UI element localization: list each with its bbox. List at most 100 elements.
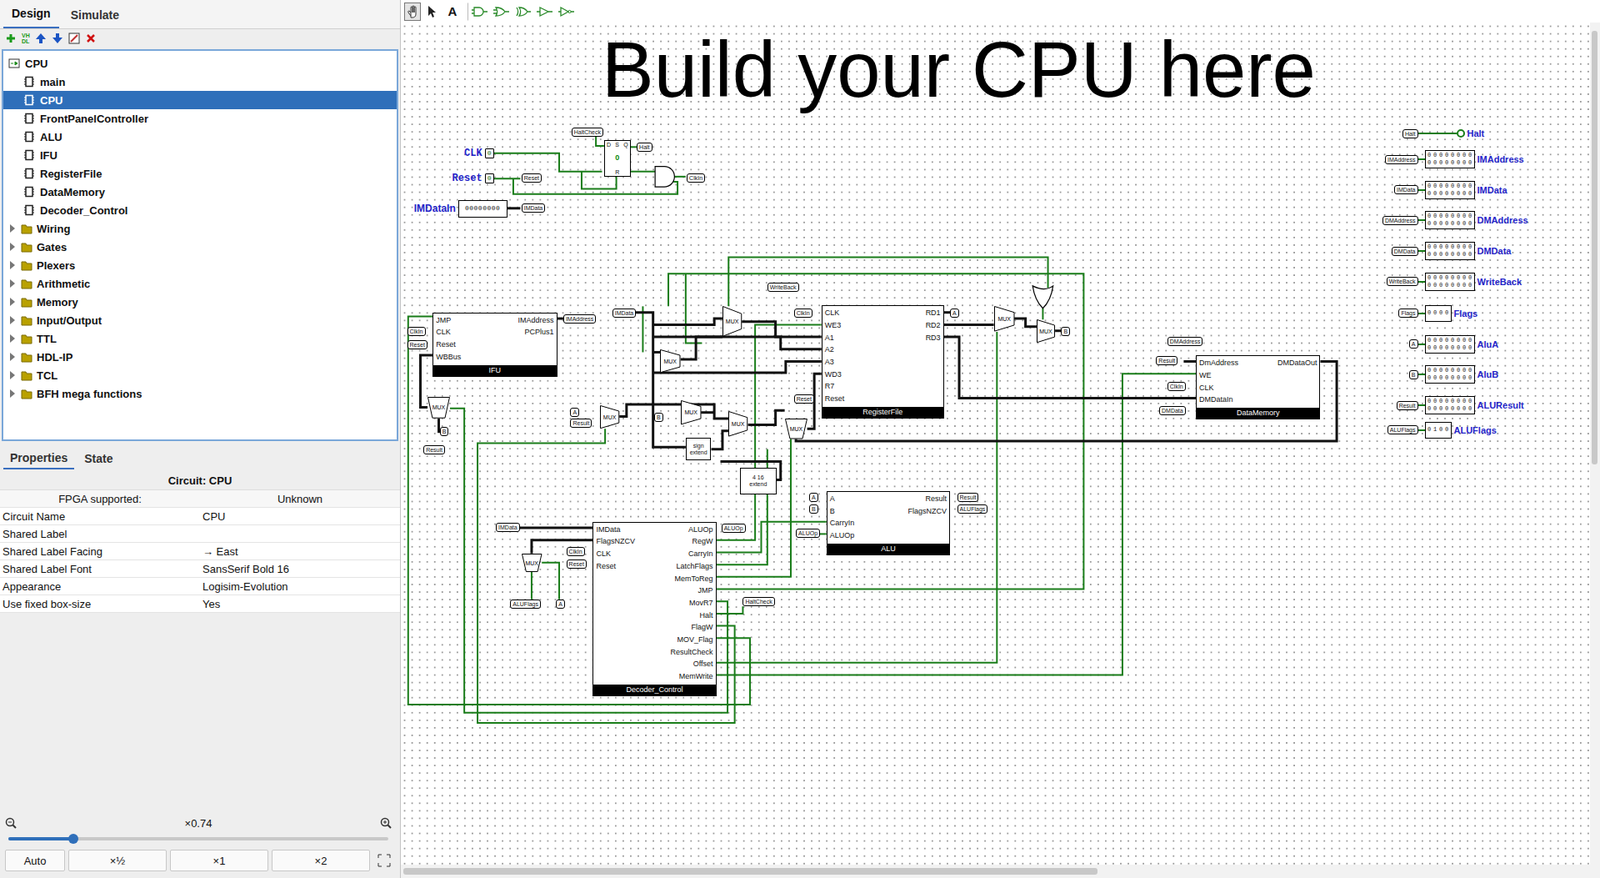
tunnel[interactable]: IMData (521, 203, 546, 213)
circuit-canvas[interactable]: Build your CPU hereCLK0Reset0IMDataIn000… (400, 22, 1590, 865)
multiplexer[interactable]: MUX (660, 349, 680, 373)
multiplexer[interactable]: MUX (728, 410, 748, 437)
canvas-tool[interactable]: A (444, 2, 461, 21)
multiplexer[interactable]: MUX (785, 418, 808, 439)
multiplexer[interactable]: MUX (994, 305, 1015, 332)
subcircuit[interactable]: IMDataFlagsNZCVCLKResetALUOpRegWCarryInL… (592, 521, 716, 696)
multiplexer[interactable]: MUX (1036, 319, 1055, 343)
tree-library[interactable]: Memory (3, 292, 397, 311)
zoom-out-icon[interactable] (5, 816, 17, 829)
tunnel[interactable]: Halt (636, 142, 652, 152)
properties-tab[interactable]: Properties (3, 447, 75, 470)
tunnel[interactable]: WriteBack (1386, 276, 1419, 286)
multiplexer[interactable]: MUX (722, 305, 742, 337)
expand-arrow-icon[interactable] (8, 388, 17, 399)
bit-extender[interactable]: 4 16extend (740, 467, 777, 495)
tunnel[interactable]: B (654, 412, 664, 422)
expand-arrow-icon[interactable] (8, 333, 17, 344)
tunnel[interactable]: Result (957, 492, 980, 502)
property-row[interactable]: Shared Label (0, 525, 400, 543)
subcircuit[interactable]: DmAddressWECLKDMDataInDMDataOutDataMemor… (1195, 355, 1320, 420)
property-row[interactable]: AppearanceLogisim-Evolution (0, 577, 400, 595)
tunnel[interactable]: HaltCheck (571, 127, 604, 137)
tunnel[interactable]: Reset (566, 559, 587, 569)
zoom-button[interactable]: ×2 (271, 849, 370, 871)
tunnel[interactable]: A (1409, 339, 1419, 349)
multiplexer[interactable]: MUX (680, 400, 701, 425)
tunnel[interactable]: ALUOp (721, 523, 746, 533)
tunnel[interactable]: ALUOp (795, 528, 820, 538)
tunnel[interactable]: ClkIn (407, 326, 426, 336)
zoom-button[interactable]: ×1 (170, 849, 269, 871)
tunnel[interactable]: B (1409, 370, 1419, 380)
mode-tab[interactable]: Design (3, 1, 60, 29)
tunnel[interactable]: A (570, 407, 580, 417)
input-pin[interactable]: CLK0 (485, 148, 495, 159)
tunnel[interactable]: Halt (1402, 129, 1418, 139)
tree-library[interactable]: TCL (3, 365, 397, 385)
zoom-button[interactable]: Auto (5, 849, 65, 871)
tunnel[interactable]: Result (570, 418, 592, 428)
property-row[interactable]: Shared Label Facing→ East (0, 542, 400, 560)
tunnel[interactable]: ALUFlags (510, 599, 541, 609)
mode-tab[interactable]: Simulate (62, 3, 128, 29)
tree-library[interactable]: Arithmetic (3, 274, 397, 293)
tree-library[interactable]: Gates (3, 237, 397, 256)
tree-library[interactable]: Input/Output (3, 310, 397, 330)
expand-arrow-icon[interactable] (8, 223, 17, 234)
tunnel[interactable]: B (440, 426, 450, 436)
multiplexer[interactable]: MUX (600, 405, 620, 429)
subcircuit[interactable]: CLKWE3A1A2A3WD3R7ResetRD1RD2RD3RegisterF… (821, 305, 945, 419)
properties-tab[interactable]: State (77, 448, 120, 469)
expand-arrow-icon[interactable] (8, 296, 17, 307)
expand-arrow-icon[interactable] (8, 260, 17, 270)
tunnel[interactable]: DMData (1159, 405, 1186, 415)
zoom-slider[interactable] (5, 830, 395, 846)
tree-circuit[interactable]: ALU (3, 127, 397, 146)
delete-icon[interactable] (85, 32, 97, 45)
tree-circuit[interactable]: main (3, 72, 397, 91)
tree-project[interactable]: CPU (3, 54, 397, 73)
expand-arrow-icon[interactable] (8, 278, 17, 289)
add-circuit-icon[interactable] (5, 32, 17, 45)
tunnel[interactable]: ClkIn (686, 173, 705, 183)
tree-library[interactable]: TTL (3, 329, 397, 348)
tunnel[interactable]: ClkIn (566, 546, 585, 556)
tree-circuit[interactable]: RegisterFile (3, 164, 397, 183)
expand-arrow-icon[interactable] (8, 351, 17, 362)
tree-library[interactable]: Wiring (3, 219, 397, 238)
tunnel[interactable]: DMAddress (1167, 336, 1204, 346)
tunnel[interactable]: A (809, 492, 819, 502)
tree-library[interactable]: Plexers (3, 255, 397, 275)
tunnel[interactable]: Flags (1398, 308, 1418, 318)
property-row[interactable]: Circuit NameCPU (0, 507, 400, 525)
expand-arrow-icon[interactable] (8, 315, 17, 325)
subcircuit[interactable]: JMPCLKResetWBBusIMAddressPCPlus1IFU (432, 312, 557, 377)
tunnel[interactable]: ALUFlags (957, 504, 989, 514)
tree-circuit[interactable]: Decoder_Control (3, 200, 397, 220)
slider-knob[interactable] (68, 833, 79, 844)
subcircuit[interactable]: ABCarryInALUOpResultFlagsNZCVALU (826, 490, 950, 555)
tunnel[interactable]: DMData (1391, 246, 1419, 256)
multiplexer[interactable]: MUX (427, 396, 450, 419)
bit-extender[interactable]: signextend (685, 437, 712, 460)
move-up-icon[interactable] (35, 32, 47, 45)
tunnel[interactable]: A (950, 308, 960, 318)
tunnel[interactable]: Result (1155, 355, 1178, 365)
canvas-tool[interactable] (492, 2, 511, 21)
input-pin[interactable]: Reset0 (485, 173, 495, 184)
tunnel[interactable]: IMAddress (563, 314, 596, 324)
tunnel[interactable]: DMAddress (1382, 215, 1419, 225)
tunnel[interactable]: Result (423, 445, 445, 455)
tunnel[interactable]: ClkIn (1167, 381, 1186, 391)
horizontal-scrollbar[interactable] (400, 864, 1600, 878)
tunnel[interactable]: IMAddress (1385, 155, 1418, 165)
tunnel[interactable]: B (1060, 326, 1070, 336)
tunnel[interactable]: Result (1396, 400, 1419, 410)
property-row[interactable]: Shared Label FontSansSerif Bold 16 (0, 560, 400, 578)
edit-appearance-icon[interactable] (68, 32, 80, 45)
and-gate[interactable] (655, 166, 675, 187)
tunnel[interactable]: Reset (521, 173, 542, 183)
input-pin[interactable]: IMDataIn00000000 (458, 200, 508, 218)
tunnel[interactable]: WriteBack (767, 282, 800, 292)
